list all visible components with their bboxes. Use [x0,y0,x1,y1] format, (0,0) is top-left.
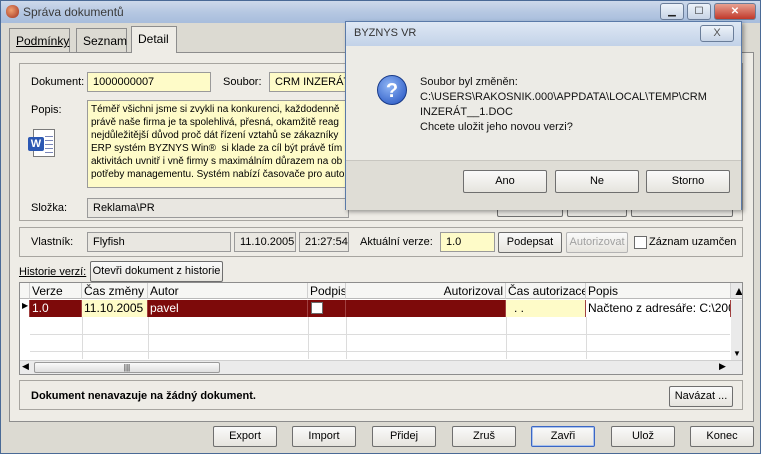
description-field[interactable]: Téměř všichni jsme si zvykli na konkuren… [87,100,349,188]
delete-button[interactable]: Zruš [452,426,516,447]
cell-auth-time[interactable]: . . [506,300,586,317]
folder-field[interactable]: Reklama\PR [87,198,349,218]
cell-authorized-by[interactable] [346,300,506,317]
cell-author[interactable]: pavel [148,300,308,317]
cancel-button[interactable]: Storno [646,170,730,193]
signature-checkbox[interactable] [311,302,323,314]
dialog-message-line: Soubor byl změněn: [420,76,518,88]
row-indicator-header [20,283,30,299]
minimize-button[interactable]: ▁ [660,3,684,20]
dialog-titlebar[interactable]: BYZNYS VR X [346,22,741,46]
cell-description[interactable]: Načteno z adresáře: C:\200 [586,300,731,317]
document-label: Dokument: [31,76,85,88]
tab-label: Detail [138,32,169,46]
main-titlebar[interactable]: Správa dokumentů ▁ ☐ ✕ [1,1,760,23]
scroll-thumb[interactable]: ||| [34,362,220,373]
description-line: Téměř všichni jsme si zvykli na konkuren… [91,104,340,115]
time-field: 21:27:54 [299,232,349,252]
close-button[interactable]: ✕ [714,3,756,20]
row-pointer-icon: ▶ [20,300,30,317]
tab-label: Seznam [83,34,128,48]
description-line: nejdůležitější důvod proč dát řízení vzt… [91,130,339,141]
tab-seznam[interactable]: Seznam [76,28,127,52]
cell-signature[interactable] [308,300,346,317]
export-button[interactable]: Export [213,426,277,447]
scroll-left-arrow[interactable]: ◀ [22,361,29,372]
tab-detail[interactable]: Detail [131,26,177,53]
cell-version[interactable]: 1.0 [30,300,82,317]
yes-button[interactable]: Ano [463,170,547,193]
open-from-history-button[interactable]: Otevři dokument z historie [90,261,223,282]
tab-label: Podmínky [16,34,70,48]
lock-checkbox[interactable] [634,236,647,249]
column-header[interactable]: Verze [30,283,82,299]
dialog-title: BYZNYS VR [354,27,417,39]
link-status-text: Dokument nenavazuje na žádný dokument. [31,390,256,402]
question-icon: ? [377,75,407,105]
dialog-button-bar: Ano Ne Storno [346,160,741,210]
column-header[interactable]: Autorizoval [346,283,506,299]
description-label: Popis: [31,104,62,116]
window-title: Správa dokumentů [23,5,124,19]
history-grid: Verze Čas změny Autor Podpis Autorizoval… [19,282,743,375]
end-button[interactable]: Konec [690,426,754,447]
close-doc-button[interactable]: Zavři [531,426,595,447]
cell-changed[interactable]: 11.10.2005 [82,300,148,317]
no-button[interactable]: Ne [555,170,639,193]
column-header[interactable]: Čas autorizace [506,283,586,299]
owner-field: Flyfish [87,232,231,252]
document-number-field[interactable]: 1000000007 [87,72,211,92]
horizontal-scrollbar[interactable]: ◀ ||| ▶ [20,360,742,374]
column-header[interactable]: Autor [148,283,308,299]
file-label: Soubor: [223,76,262,88]
import-button[interactable]: Import [292,426,356,447]
dialog-message-line: C:\USERS\RAKOSNIK.000\APPDATA\LOCAL\TEMP… [420,91,707,103]
current-version-label: Aktuální verze: [360,236,433,248]
owner-label: Vlastník: [31,236,74,248]
scroll-up-arrow[interactable]: ▲ [731,283,742,299]
scroll-right-arrow[interactable]: ▶ [719,361,726,372]
dialog-message-line: Chcete uložit jeho novou verzi? [420,121,573,133]
lock-label: Záznam uzamčen [649,236,737,248]
authorize-button[interactable]: Autorizovat [566,232,628,253]
save-version-dialog: BYZNYS VR X ? Soubor byl změněn: C:\USER… [345,21,742,210]
save-button[interactable]: Ulož [611,426,675,447]
column-header[interactable]: Čas změny [82,283,148,299]
tab-podminky[interactable]: Podmínky [9,28,70,52]
file-field[interactable]: CRM INZERÁT [269,72,349,92]
word-document-icon[interactable]: W [28,129,55,157]
app-icon [6,5,19,18]
date-field: 11.10.2005 [234,232,296,252]
link-button[interactable]: Navázat ... [669,386,733,407]
dialog-message-line: INZERÁT__1.DOC [420,106,513,118]
description-line: potřeby managementu. Systém nabízí časov… [91,169,348,180]
dialog-close-button[interactable]: X [700,25,734,42]
folder-label: Složka: [31,202,68,214]
description-line: aktivitách uvnitř i vně firmy s maximáln… [91,156,343,167]
column-header[interactable]: Podpis [308,283,346,299]
description-line: ERP systém BYZNYS Win® si klade za cíl b… [91,143,343,154]
sign-button[interactable]: Podepsat [498,232,562,253]
add-button[interactable]: Přidej [372,426,436,447]
history-label: Historie verzí: [19,266,87,278]
current-version-field[interactable]: 1.0 [440,232,495,252]
description-line: právě naše firma je ta spolehlivá, přesn… [91,117,339,128]
column-header[interactable]: Popis [586,283,731,299]
maximize-button[interactable]: ☐ [687,3,711,20]
scroll-down-arrow[interactable]: ▼ [731,349,742,358]
